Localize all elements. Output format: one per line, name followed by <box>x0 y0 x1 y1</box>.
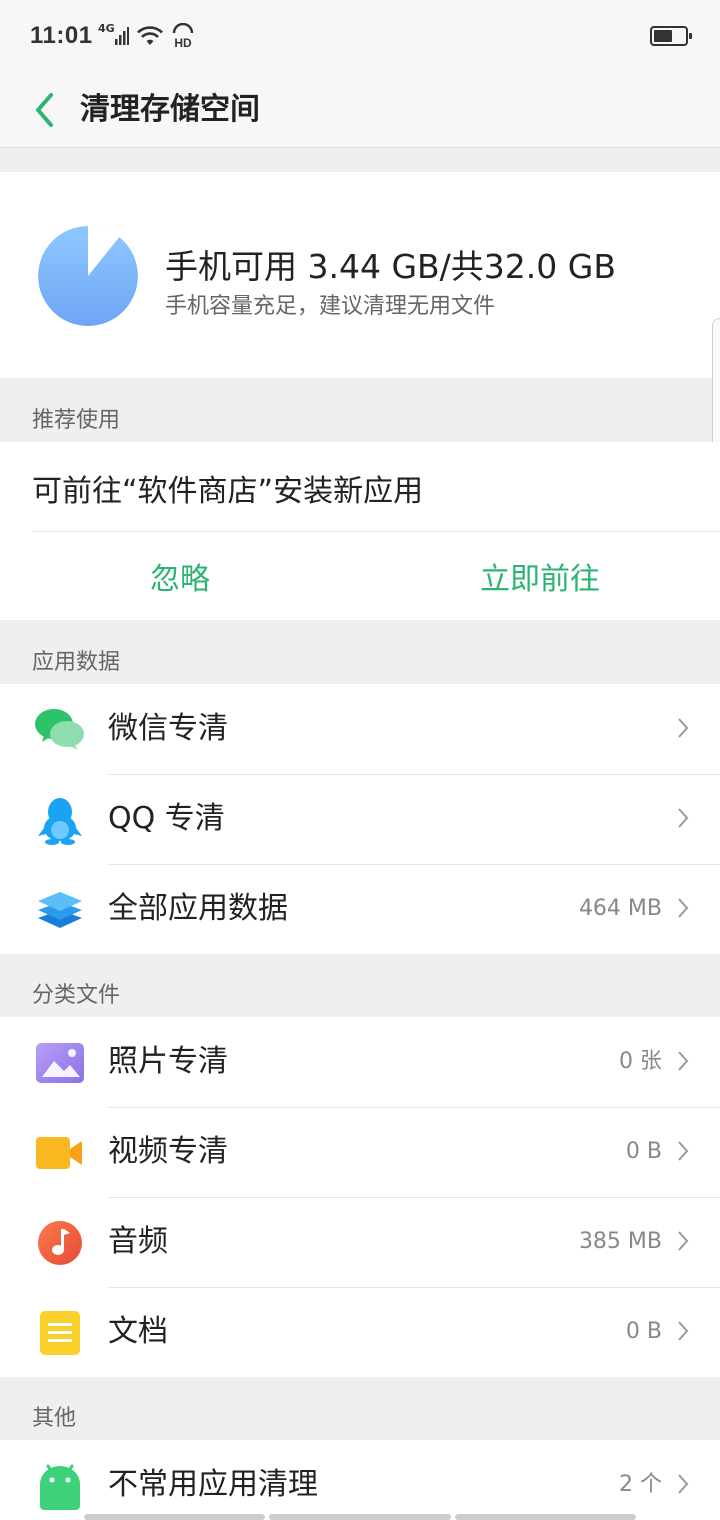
music-icon <box>38 1221 82 1265</box>
recommend-text: 可前往“软件商店”安装新应用 <box>32 474 424 509</box>
section-header-app-data: 应用数据 <box>32 650 121 675</box>
chevron-right-icon <box>678 1474 689 1494</box>
battery-icon <box>650 26 692 46</box>
list-item-label: 音频 <box>108 1224 168 1259</box>
list-item-label: 视频专清 <box>108 1134 228 1169</box>
chevron-right-icon <box>678 1141 689 1161</box>
android-icon <box>40 1464 80 1510</box>
list-item-value: 0 张 <box>619 1049 662 1074</box>
gesture-segment <box>84 1514 266 1520</box>
chevron-right-icon <box>678 898 689 918</box>
gesture-segment <box>454 1514 636 1520</box>
signal-icon <box>114 27 129 45</box>
svg-text:HD: HD <box>174 36 192 49</box>
list-item-value: 385 MB <box>578 1229 662 1254</box>
list-item-value: 0 B <box>625 1139 662 1164</box>
go-now-button[interactable]: 立即前往 <box>440 554 640 598</box>
layers-icon <box>38 892 82 928</box>
document-icon <box>40 1311 80 1355</box>
storage-summary: 手机可用 3.44 GB/共32.0 GB <box>165 247 616 286</box>
storage-summary-card: 手机可用 3.44 GB/共32.0 GB 手机容量充足，建议清理无用文件 <box>0 172 720 378</box>
page-title: 清理存储空间 <box>80 92 260 127</box>
storage-pie-chart <box>38 226 138 326</box>
chevron-right-icon <box>678 718 689 738</box>
status-icons: 4G HD <box>98 22 195 50</box>
navigation-gesture-bar[interactable] <box>84 1514 636 1520</box>
network-type: 4G <box>98 21 115 35</box>
chevron-right-icon <box>678 1321 689 1341</box>
status-bar: 11:01 4G HD <box>0 0 720 72</box>
list-item-label: 全部应用数据 <box>108 891 288 926</box>
hd-call-icon: HD <box>172 23 193 49</box>
list-item-value: 0 B <box>625 1319 662 1344</box>
list-item-label: 照片专清 <box>108 1044 228 1079</box>
battery-level <box>654 30 672 42</box>
video-icon <box>36 1137 82 1169</box>
gesture-segment <box>269 1514 451 1520</box>
section-header-files: 分类文件 <box>32 983 121 1008</box>
recommend-card: 可前往“软件商店”安装新应用 忽略 立即前往 <box>0 442 720 620</box>
qq-icon <box>38 798 82 845</box>
list-item-all-app-data[interactable]: 全部应用数据 464 MB <box>0 864 720 954</box>
wechat-icon <box>35 709 84 750</box>
chevron-left-icon <box>36 93 53 127</box>
list-item-audio[interactable]: 音频 385 MB <box>0 1197 720 1287</box>
list-item-label: 微信专清 <box>108 711 228 746</box>
list-item-wechat-clean[interactable]: 微信专清 <box>0 684 720 774</box>
app-bar: 清理存储空间 <box>0 72 720 148</box>
list-item-value: 464 MB <box>578 896 662 921</box>
list-item-unused-apps[interactable]: 不常用应用清理 2 个 <box>0 1440 720 1520</box>
list-item-label: QQ 专清 <box>108 801 225 836</box>
list-item-value: 2 个 <box>619 1472 662 1497</box>
back-button[interactable] <box>24 86 64 134</box>
list-item-label: 不常用应用清理 <box>108 1467 318 1502</box>
list-item-video-clean[interactable]: 视频专清 0 B <box>0 1107 720 1197</box>
storage-hint: 手机容量充足，建议清理无用文件 <box>165 294 496 319</box>
files-list: 照片专清 0 张 视频专清 0 B 音频 385 MB 文档 0 B <box>0 1017 720 1377</box>
list-item-photo-clean[interactable]: 照片专清 0 张 <box>0 1017 720 1107</box>
ignore-button[interactable]: 忽略 <box>80 554 280 598</box>
list-item-qq-clean[interactable]: QQ 专清 <box>0 774 720 864</box>
chevron-right-icon <box>678 1051 689 1071</box>
photo-icon <box>36 1043 84 1083</box>
list-item-label: 文档 <box>108 1314 168 1349</box>
other-list: 不常用应用清理 2 个 <box>0 1440 720 1520</box>
section-header-other: 其他 <box>32 1406 77 1431</box>
chevron-right-icon <box>678 1231 689 1251</box>
list-item-documents[interactable]: 文档 0 B <box>0 1287 720 1377</box>
wifi-icon <box>136 26 163 45</box>
app-data-list: 微信专清 QQ 专清 全部应用数据 464 MB <box>0 684 720 954</box>
section-header-recommend: 推荐使用 <box>32 408 121 433</box>
chevron-right-icon <box>678 808 689 828</box>
divider <box>32 531 720 532</box>
status-time: 11:01 <box>30 22 93 49</box>
